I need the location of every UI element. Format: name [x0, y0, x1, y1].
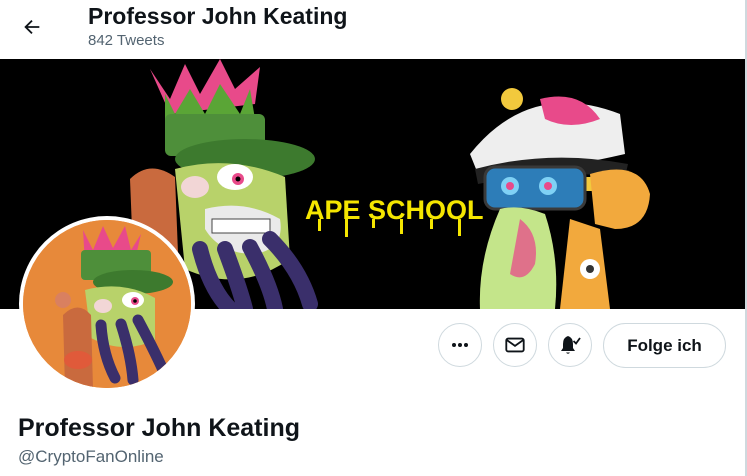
- tweet-count: 842 Tweets: [88, 32, 165, 49]
- notifications-button[interactable]: [548, 323, 592, 367]
- avatar-artwork: [23, 220, 191, 388]
- message-button[interactable]: [493, 323, 537, 367]
- bell-check-icon: [561, 336, 581, 354]
- more-dots-icon: [452, 343, 468, 347]
- envelope-icon: [505, 337, 525, 353]
- profile-avatar[interactable]: [19, 216, 195, 392]
- profile-header: Professor John Keating 842 Tweets: [0, 0, 747, 58]
- back-button[interactable]: [14, 9, 50, 45]
- banner-caption: APE SCHOOL: [305, 195, 484, 225]
- profile-handle: @CryptoFanOnline: [18, 447, 164, 466]
- profile-display-name: Professor John Keating: [18, 414, 300, 442]
- arrow-left-icon: [24, 19, 40, 35]
- following-button[interactable]: Folge ich: [603, 323, 726, 368]
- more-options-button[interactable]: [438, 323, 482, 367]
- header-display-name: Professor John Keating: [88, 3, 348, 29]
